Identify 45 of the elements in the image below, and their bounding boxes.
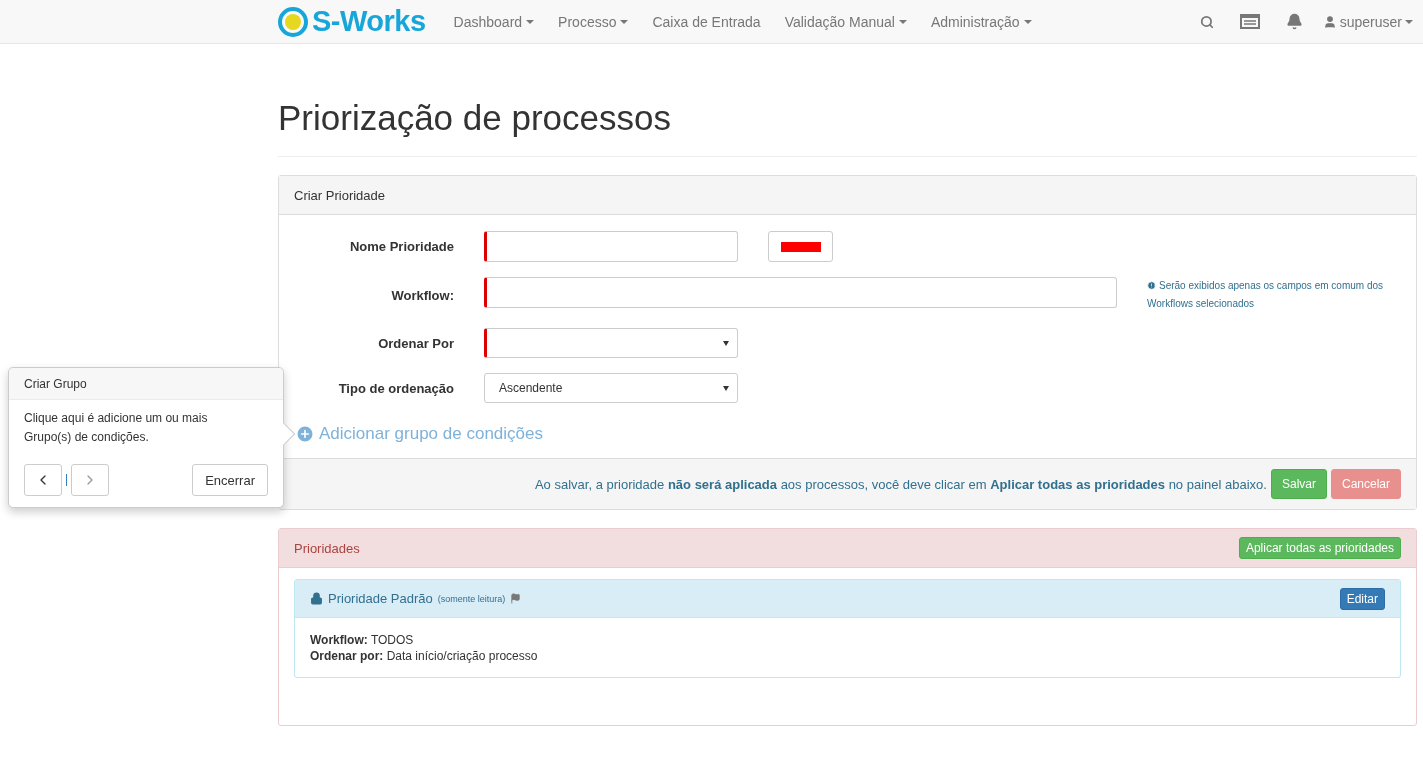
popover-title: Criar Grupo bbox=[24, 376, 87, 391]
caret-icon bbox=[526, 19, 535, 24]
nav-link[interactable]: Caixa de Entrada bbox=[640, 13, 773, 30]
save-note: Ao salvar, a prioridade não será aplicada aos processos, você deve clicar em Aplicar todas as prioridades no painel abaixo. bbox=[534, 476, 1267, 492]
name-input[interactable] bbox=[484, 231, 738, 262]
nav-link[interactable]: Validação Manual bbox=[772, 13, 919, 30]
user-icon bbox=[1322, 14, 1337, 29]
priority-detail: Ordenar por: Data início/criação processo bbox=[310, 649, 539, 663]
page-title: Priorização de processos bbox=[278, 98, 1417, 157]
edit-button[interactable]: Editar bbox=[1339, 587, 1385, 610]
previous-button[interactable] bbox=[24, 464, 62, 496]
caret-icon bbox=[1023, 19, 1032, 24]
lock-icon bbox=[310, 592, 323, 605]
end-tour-button[interactable]: Encerrar bbox=[192, 464, 268, 496]
caret-icon bbox=[898, 19, 907, 24]
add-group-link[interactable]: Adicionar grupo de condições bbox=[295, 424, 1402, 444]
panel-title: Prioridades bbox=[294, 540, 360, 556]
color-picker[interactable] bbox=[768, 231, 833, 262]
flag-icon bbox=[510, 593, 522, 604]
save-button[interactable]: Salvar bbox=[1270, 469, 1327, 499]
field-label: Nome Prioridade bbox=[348, 239, 454, 254]
workflow-input[interactable] bbox=[484, 277, 1117, 308]
brand-name: S-Works bbox=[312, 5, 426, 38]
priority-detail: Workflow: TODOS bbox=[310, 633, 415, 647]
readonly-note: (somente leitura) bbox=[437, 593, 506, 604]
panel-title: Criar Prioridade bbox=[294, 187, 386, 203]
info-icon bbox=[1147, 281, 1156, 290]
user-menu[interactable]: superuser bbox=[1322, 13, 1413, 30]
logo-icon bbox=[278, 6, 308, 37]
field-label: Workflow: bbox=[390, 287, 454, 303]
field-label: Ordenar Por bbox=[377, 335, 454, 351]
apply-all-button[interactable]: Aplicar todas as prioridades bbox=[1238, 537, 1401, 559]
caret-icon bbox=[620, 19, 629, 24]
cancel-button[interactable]: Cancelar bbox=[1330, 469, 1401, 499]
field-label: Tipo de ordenação bbox=[337, 380, 454, 396]
select-field[interactable] bbox=[484, 328, 738, 358]
nav-link[interactable]: Processo bbox=[546, 13, 641, 30]
help-text: Serão exibidos apenas os campos em comum dos Workflows selecionados bbox=[1147, 279, 1384, 311]
plus-icon bbox=[295, 424, 315, 444]
nav-link[interactable]: Dashboard bbox=[441, 13, 547, 30]
next-button[interactable] bbox=[71, 464, 109, 496]
priority-title: Prioridade Padrão bbox=[328, 591, 433, 606]
select-field[interactable]: Ascendente bbox=[484, 373, 738, 403]
nav-link[interactable]: Administração bbox=[918, 13, 1044, 30]
popover-text: Clique aqui é adicione um ou mais Grupo(s) de condições. bbox=[24, 411, 208, 444]
